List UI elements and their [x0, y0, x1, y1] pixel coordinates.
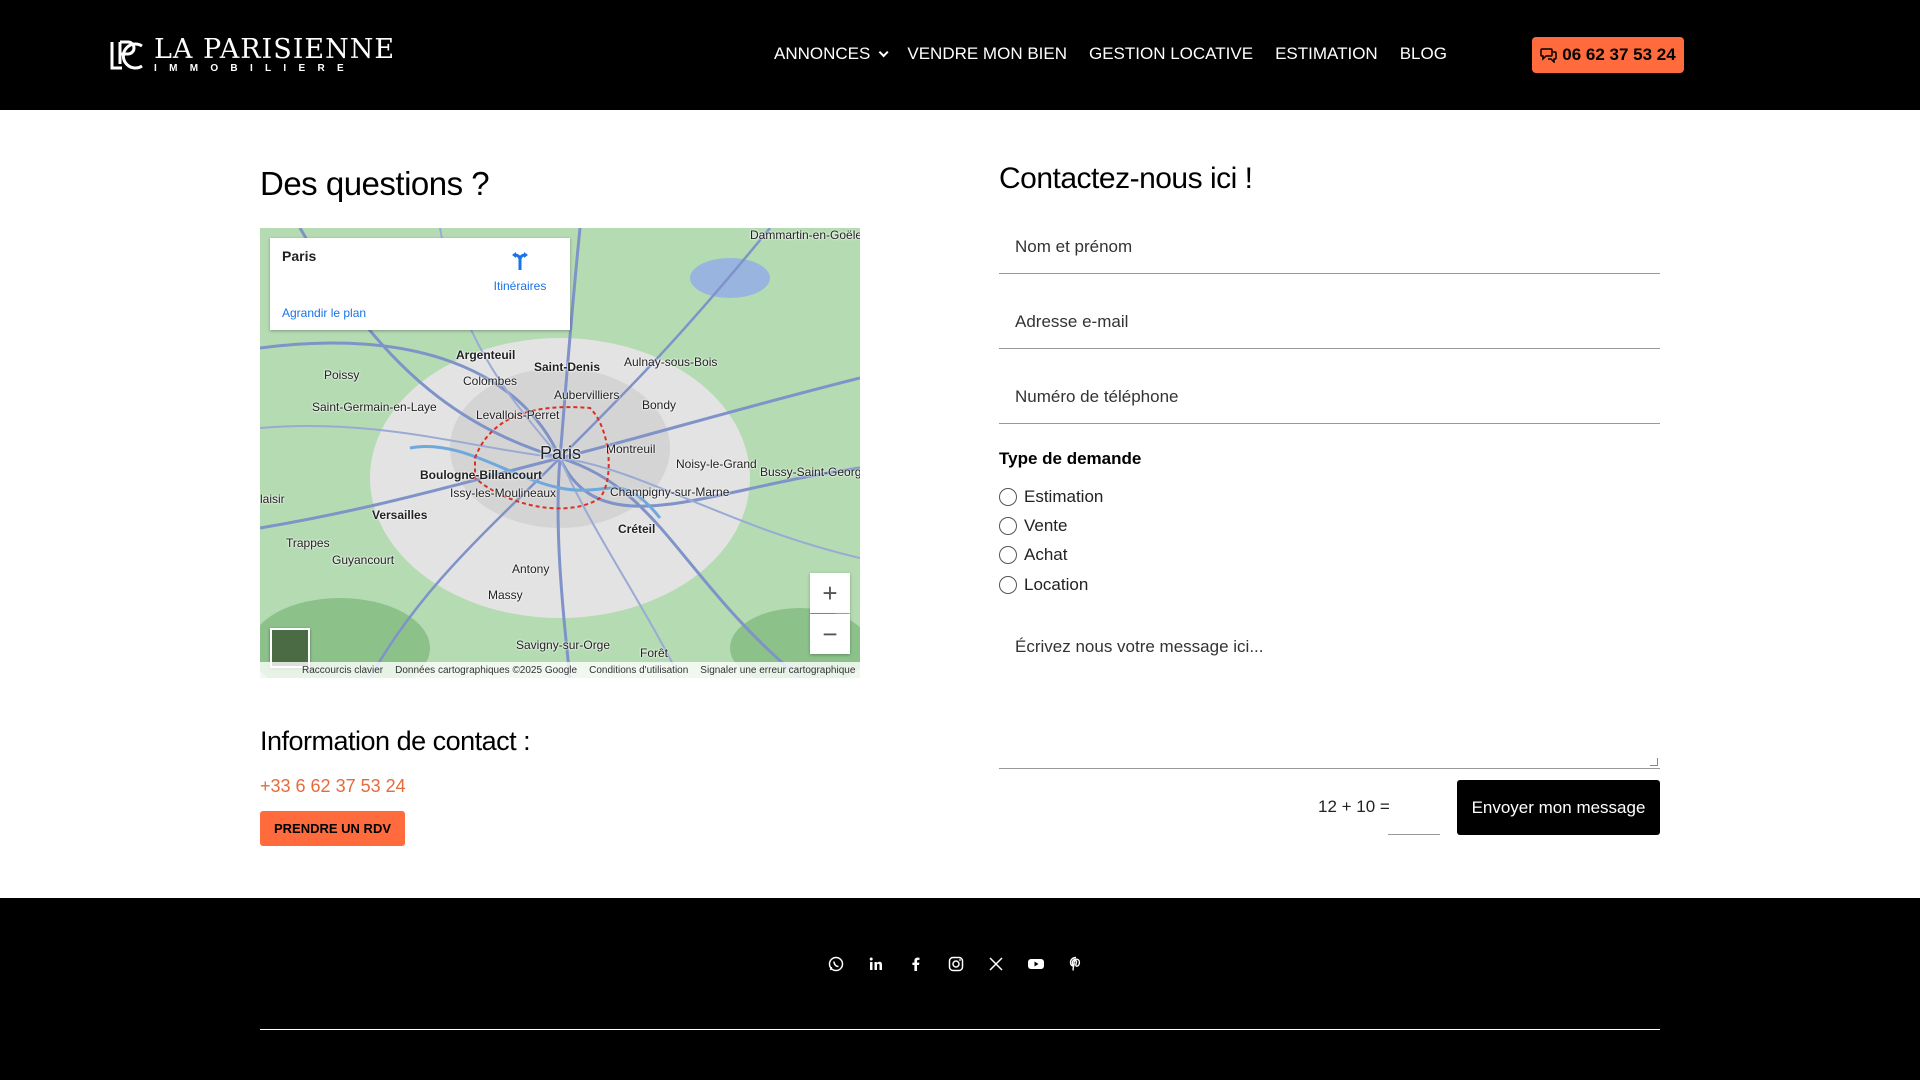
nav-label: BLOG	[1399, 44, 1447, 63]
nav-label: VENDRE MON BIEN	[907, 44, 1067, 63]
map-zoom-out-button[interactable]: −	[810, 614, 850, 654]
map-label-sgl: Saint-Germain-en-Laye	[312, 400, 437, 414]
map-label-savigny: Savigny-sur-Orge	[516, 638, 611, 652]
contact-form-heading: Contactez-nous ici !	[999, 162, 1253, 195]
nav-annonces[interactable]: ANNONCES	[774, 44, 889, 64]
map-directions-button[interactable]: Itinéraires	[490, 250, 550, 293]
map-directions-label: Itinéraires	[493, 279, 547, 293]
site-footer	[0, 898, 1920, 1080]
request-type-label: Type de demande	[999, 449, 1142, 468]
contact-phone-link[interactable]: +33 6 62 37 53 24	[260, 776, 406, 797]
map-label-versailles: Versailles	[372, 508, 428, 522]
map-label-aubervilliers: Aubervilliers	[554, 388, 620, 402]
radio-button[interactable]	[999, 546, 1017, 564]
map-label-montreuil: Montreuil	[606, 442, 656, 456]
radio-label: Location	[1024, 575, 1089, 594]
x-icon[interactable]	[987, 955, 1005, 973]
message-textarea[interactable]	[999, 623, 1660, 768]
book-appointment-button[interactable]: PRENDRE UN RDV	[260, 811, 405, 846]
phone-field[interactable]	[999, 370, 1660, 424]
map-label-colombes: Colombes	[463, 374, 518, 388]
radio-button[interactable]	[999, 576, 1017, 594]
footer-divider	[260, 1029, 1660, 1030]
nav-estimation[interactable]: ESTIMATION	[1275, 44, 1378, 64]
map-label-trappes: Trappes	[286, 536, 330, 550]
facebook-icon[interactable]	[907, 955, 925, 973]
name-field[interactable]	[999, 220, 1660, 274]
map-label-argenteuil: Argenteuil	[456, 348, 516, 362]
map-label-noisy: Noisy-le-Grand	[676, 457, 757, 471]
directions-icon	[512, 252, 528, 270]
radio-estimation[interactable]: Estimation	[999, 487, 1103, 507]
map-label-guyancourt: Guyancourt	[332, 553, 395, 567]
phone-input[interactable]	[999, 370, 1660, 423]
radio-vente[interactable]: Vente	[999, 516, 1068, 536]
logo-title: LA PARISIENNE	[154, 34, 396, 65]
map-label-aulnay: Aulnay-sous-Bois	[624, 355, 718, 369]
nav-label: ANNONCES	[774, 44, 871, 63]
map-label-issy: Issy-les-Moulineaux	[450, 486, 557, 500]
questions-heading: Des questions ?	[260, 165, 490, 202]
resize-handle-icon[interactable]	[1650, 758, 1658, 766]
map-label-plaisir: laisir	[260, 492, 285, 506]
youtube-icon[interactable]	[1027, 955, 1045, 973]
map-label-massy: Massy	[488, 588, 523, 602]
submit-button[interactable]: Envoyer mon message	[1457, 780, 1660, 835]
map-label-creteil: Créteil	[618, 522, 656, 536]
site-header: LA PARISIENNE IMMOBILIERE ANNONCES VENDR…	[0, 0, 1920, 110]
chat-icon	[1540, 48, 1558, 63]
google-map[interactable]: Paris Argenteuil Saint-Denis Aulnay-sous…	[260, 228, 860, 678]
radio-label: Achat	[1024, 545, 1068, 564]
map-zoom-in-button[interactable]: +	[810, 573, 850, 613]
map-data-credit: Données cartographiques ©2025 Google	[395, 664, 578, 676]
map-label-champigny: Champigny-sur-Marne	[610, 485, 730, 499]
whatsapp-icon[interactable]	[827, 955, 845, 973]
radio-label: Estimation	[1024, 487, 1104, 506]
nav-label: GESTION LOCATIVE	[1089, 44, 1254, 63]
map-label-dammartin: Dammartin-en-Goële	[750, 228, 860, 242]
logo-icon	[110, 40, 143, 70]
social-links	[827, 955, 1085, 973]
captcha-question: 12 + 10 =	[1318, 797, 1390, 816]
map-report-link[interactable]: Signaler une erreur cartographique	[700, 665, 855, 676]
map-label-saint-denis: Saint-Denis	[534, 360, 601, 374]
contact-info-heading: Information de contact :	[260, 726, 531, 756]
instagram-icon[interactable]	[947, 955, 965, 973]
header-phone-label: 06 62 37 53 24	[1562, 45, 1676, 64]
nav-blog[interactable]: BLOG	[1400, 44, 1447, 64]
map-info-card: Paris Agrandir le plan Itinéraires	[270, 238, 570, 330]
map-enlarge-link[interactable]: Agrandir le plan	[282, 306, 366, 320]
map-label-antony: Antony	[512, 562, 550, 576]
name-input[interactable]	[999, 220, 1660, 273]
map-shortcuts-link[interactable]: Raccourcis clavier	[302, 665, 383, 676]
chevron-down-icon	[879, 46, 889, 57]
main-nav: ANNONCES VENDRE MON BIEN GESTION LOCATIV…	[774, 44, 1447, 64]
message-field[interactable]	[999, 623, 1660, 769]
map-label-paris: Paris	[540, 443, 582, 463]
radio-location[interactable]: Location	[999, 575, 1088, 595]
map-label-foret: Forêt	[640, 646, 669, 660]
map-label-boulogne: Boulogne-Billancourt	[420, 468, 542, 482]
pinterest-icon[interactable]	[1067, 955, 1085, 973]
email-input[interactable]	[999, 295, 1660, 348]
map-place-title: Paris	[282, 248, 317, 264]
map-label-bondy: Bondy	[642, 398, 677, 412]
radio-button[interactable]	[999, 488, 1017, 506]
nav-vendre-mon-bien[interactable]: VENDRE MON BIEN	[907, 44, 1067, 64]
map-label-bussy: Bussy-Saint-Georg	[760, 465, 860, 479]
captcha-input[interactable]	[1388, 790, 1440, 835]
map-terms-link[interactable]: Conditions d'utilisation	[589, 665, 688, 676]
nav-gestion-locative[interactable]: GESTION LOCATIVE	[1089, 44, 1253, 64]
nav-label: ESTIMATION	[1275, 44, 1378, 63]
map-label-poissy: Poissy	[324, 368, 360, 382]
radio-button[interactable]	[999, 517, 1017, 535]
linkedin-icon[interactable]	[867, 955, 885, 973]
radio-label: Vente	[1024, 516, 1068, 535]
email-field[interactable]	[999, 295, 1660, 349]
radio-achat[interactable]: Achat	[999, 545, 1067, 565]
map-label-levallois: Levallois-Perret	[476, 408, 560, 422]
logo[interactable]: LA PARISIENNE IMMOBILIERE	[106, 36, 395, 76]
map-footer: Raccourcis clavier Données cartographiqu…	[260, 662, 860, 678]
header-phone-button[interactable]: 06 62 37 53 24	[1532, 37, 1684, 73]
